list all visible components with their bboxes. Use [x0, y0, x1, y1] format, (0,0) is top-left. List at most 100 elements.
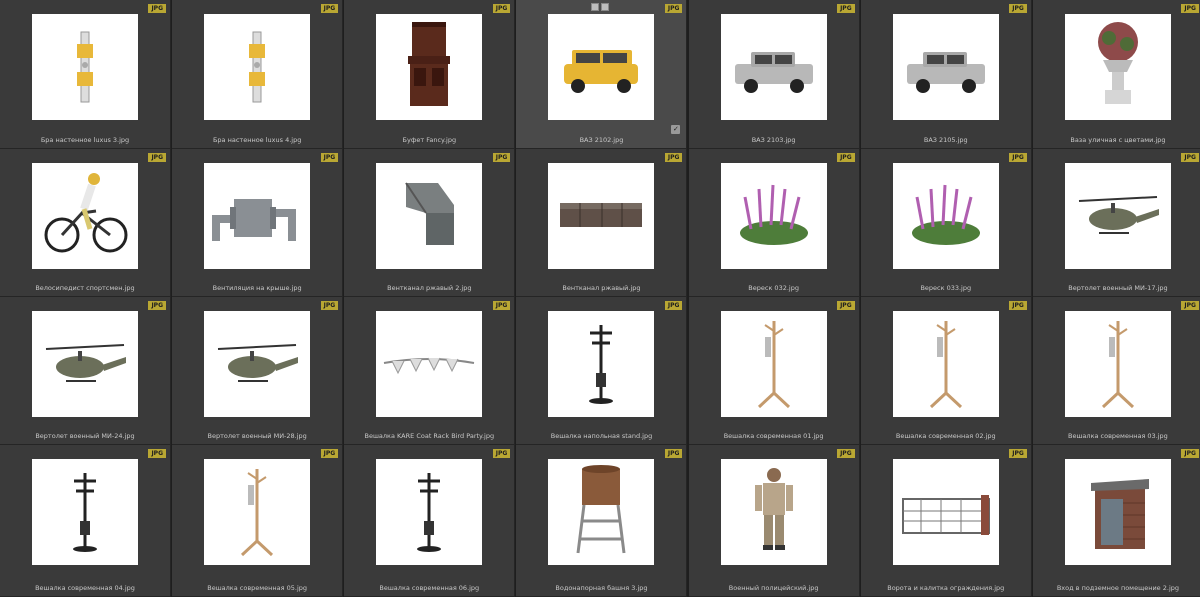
thumbnail-image[interactable] [548, 163, 655, 269]
thumbnail-item[interactable]: JPG Вешалка современная 02.jpg [860, 297, 1032, 445]
file-type-badge: JPG [664, 301, 683, 310]
thumbnail-image[interactable] [548, 459, 655, 565]
thumbnail-image[interactable] [1064, 311, 1171, 417]
frame-icon[interactable] [591, 3, 600, 11]
thumbnail-item[interactable]: JPG Вешалка современная 03.jpg [1032, 297, 1200, 445]
thumbnail-item[interactable]: JPG Ваза уличная с цветами.jpg [1032, 0, 1200, 149]
file-name-label: Вереск 033.jpg [920, 284, 972, 292]
file-name-label: Ваза уличная с цветами.jpg [1070, 136, 1166, 144]
thumbnail-image[interactable] [892, 459, 999, 565]
file-type-badge: JPG [837, 449, 855, 458]
thumbnail-item[interactable]: JPG ВАЗ 2102.jpg ✓ [516, 0, 688, 149]
thumbnail-item[interactable]: JPG Вереск 032.jpg [688, 149, 860, 297]
thumbnail-image[interactable] [32, 163, 138, 269]
thumbnail-item[interactable]: JPG Вертолет военный МИ-24.jpg [0, 297, 171, 445]
thumbnail-image[interactable] [376, 311, 483, 417]
thumbnail-image[interactable] [376, 14, 483, 120]
thumbnail-image[interactable] [204, 163, 311, 269]
file-type-badge: JPG [664, 153, 683, 162]
thumbnail-image[interactable] [204, 459, 311, 565]
file-type-badge: JPG [148, 449, 166, 458]
file-name-label: Вереск 032.jpg [748, 284, 799, 292]
file-name-label: Ворота и калитка ограждения.jpg [887, 584, 1005, 592]
thumbnail-item[interactable]: JPG Вешалка современная 06.jpg [344, 445, 516, 597]
thumbnail-item[interactable]: JPG Вход в подземное помещение 2.jpg [1032, 445, 1200, 597]
file-name-label: ВАЗ 2103.jpg [751, 136, 796, 144]
thumbnail-image[interactable] [32, 14, 138, 120]
file-name-label: Вертолет военный МИ-17.jpg [1068, 284, 1168, 292]
file-type-badge: JPG [148, 4, 166, 13]
file-type-badge: JPG [492, 4, 511, 13]
thumbnail-image[interactable] [204, 311, 311, 417]
thumbnail-image[interactable] [720, 311, 827, 417]
thumbnail-grid: JPG Бра настенное luxus 3.jpg JPG Бра насте… [0, 0, 1200, 597]
thumbnail-image[interactable] [376, 459, 483, 565]
thumbnail-image[interactable] [720, 459, 827, 565]
thumbnail-item[interactable]: JPG Вентканал ржавый 2.jpg [344, 149, 516, 297]
thumbnail-item[interactable]: JPG ВАЗ 2105.jpg [860, 0, 1032, 149]
file-type-badge: JPG [1009, 4, 1027, 13]
thumbnail-image[interactable] [548, 311, 655, 417]
file-name-label: Вентканал ржавый 2.jpg [387, 284, 472, 292]
file-type-badge: JPG [664, 4, 683, 13]
thumbnail-item[interactable]: JPG Военный полицейский.jpg [688, 445, 860, 597]
file-type-badge: JPG [320, 153, 339, 162]
file-name-label: Вешалка напольная stand.jpg [550, 432, 653, 440]
file-type-badge: JPG [320, 4, 339, 13]
thumbnail-item[interactable]: JPG Вешалка современная 01.jpg [688, 297, 860, 445]
thumbnail-item[interactable]: JPG Вереск 033.jpg [860, 149, 1032, 297]
file-type-badge: JPG [492, 301, 511, 310]
thumbnail-image[interactable] [32, 459, 138, 565]
file-type-badge: JPG [1181, 301, 1199, 310]
thumbnail-image[interactable] [892, 14, 999, 120]
thumbnail-image[interactable] [1064, 163, 1171, 269]
file-name-label: Вешалка современная 01.jpg [723, 432, 824, 440]
thumbnail-image[interactable] [1064, 459, 1171, 565]
thumbnail-item[interactable]: JPG Вертолет военный МИ-17.jpg [1032, 149, 1200, 297]
thumbnail-item[interactable]: JPG Вешалка KARE Coat Rack Bird Party.jpg [344, 297, 516, 445]
thumbnail-item[interactable]: JPG Велосипедист спортсмен.jpg [0, 149, 171, 297]
thumbnail-item[interactable]: JPG Буфет Fancy.jpg [344, 0, 516, 149]
file-name-label: Буфет Fancy.jpg [402, 136, 457, 144]
checkmark-icon[interactable]: ✓ [671, 125, 681, 134]
file-name-label: Вход в подземное помещение 2.jpg [1056, 584, 1180, 592]
thumbnail-item[interactable]: JPG Ворота и калитка ограждения.jpg [860, 445, 1032, 597]
thumbnail-image[interactable] [1064, 14, 1171, 120]
thumbnail-item[interactable]: JPG Вентиляция на крыше.jpg [172, 149, 344, 297]
file-type-badge: JPG [837, 153, 855, 162]
thumbnail-item[interactable]: JPG Бра настенное luxus 4.jpg [172, 0, 344, 149]
file-name-label: Вентиляция на крыше.jpg [212, 284, 302, 292]
thumbnail-item[interactable]: JPG Водонапорная башня 3.jpg [516, 445, 688, 597]
file-type-badge: JPG [837, 4, 855, 13]
file-type-badge: JPG [320, 301, 339, 310]
thumbnail-image[interactable] [720, 163, 827, 269]
file-type-badge: JPG [492, 153, 511, 162]
thumbnail-image[interactable] [720, 14, 827, 120]
thumbnail-image[interactable] [376, 163, 483, 269]
thumbnail-item[interactable]: JPG Вертолет военный МИ-28.jpg [172, 297, 344, 445]
thumbnail-item[interactable]: JPG Бра настенное luxus 3.jpg [0, 0, 171, 149]
thumbnail-item[interactable]: JPG Вешалка современная 04.jpg [0, 445, 171, 597]
file-name-label: Военный полицейский.jpg [728, 584, 819, 592]
file-type-badge: JPG [1181, 4, 1199, 13]
file-type-badge: JPG [664, 449, 683, 458]
thumbnail-item[interactable]: JPG Вентканал ржавый.jpg [516, 149, 688, 297]
file-type-badge: JPG [1181, 449, 1199, 458]
file-name-label: Вешалка современная 04.jpg [35, 584, 135, 592]
thumbnail-image[interactable] [892, 311, 999, 417]
edit-icon[interactable] [601, 3, 610, 11]
file-name-label: Вертолет военный МИ-28.jpg [207, 432, 307, 440]
file-name-label: ВАЗ 2102.jpg [579, 136, 624, 144]
file-name-label: Вентканал ржавый.jpg [562, 284, 641, 292]
thumbnail-image[interactable] [892, 163, 999, 269]
thumbnail-item[interactable]: JPG Вешалка напольная stand.jpg [516, 297, 688, 445]
file-name-label: Вешалка современная 03.jpg [1068, 432, 1168, 440]
thumbnail-image[interactable] [32, 311, 138, 417]
thumbnail-item[interactable]: JPG ВАЗ 2103.jpg [688, 0, 860, 149]
file-type-badge: JPG [1181, 153, 1199, 162]
file-name-label: Велосипедист спортсмен.jpg [35, 284, 135, 292]
thumbnail-image[interactable] [548, 14, 655, 120]
thumbnail-item[interactable]: JPG Вешалка современная 05.jpg [172, 445, 344, 597]
file-name-label: Вешалка современная 06.jpg [379, 584, 480, 592]
thumbnail-image[interactable] [204, 14, 311, 120]
